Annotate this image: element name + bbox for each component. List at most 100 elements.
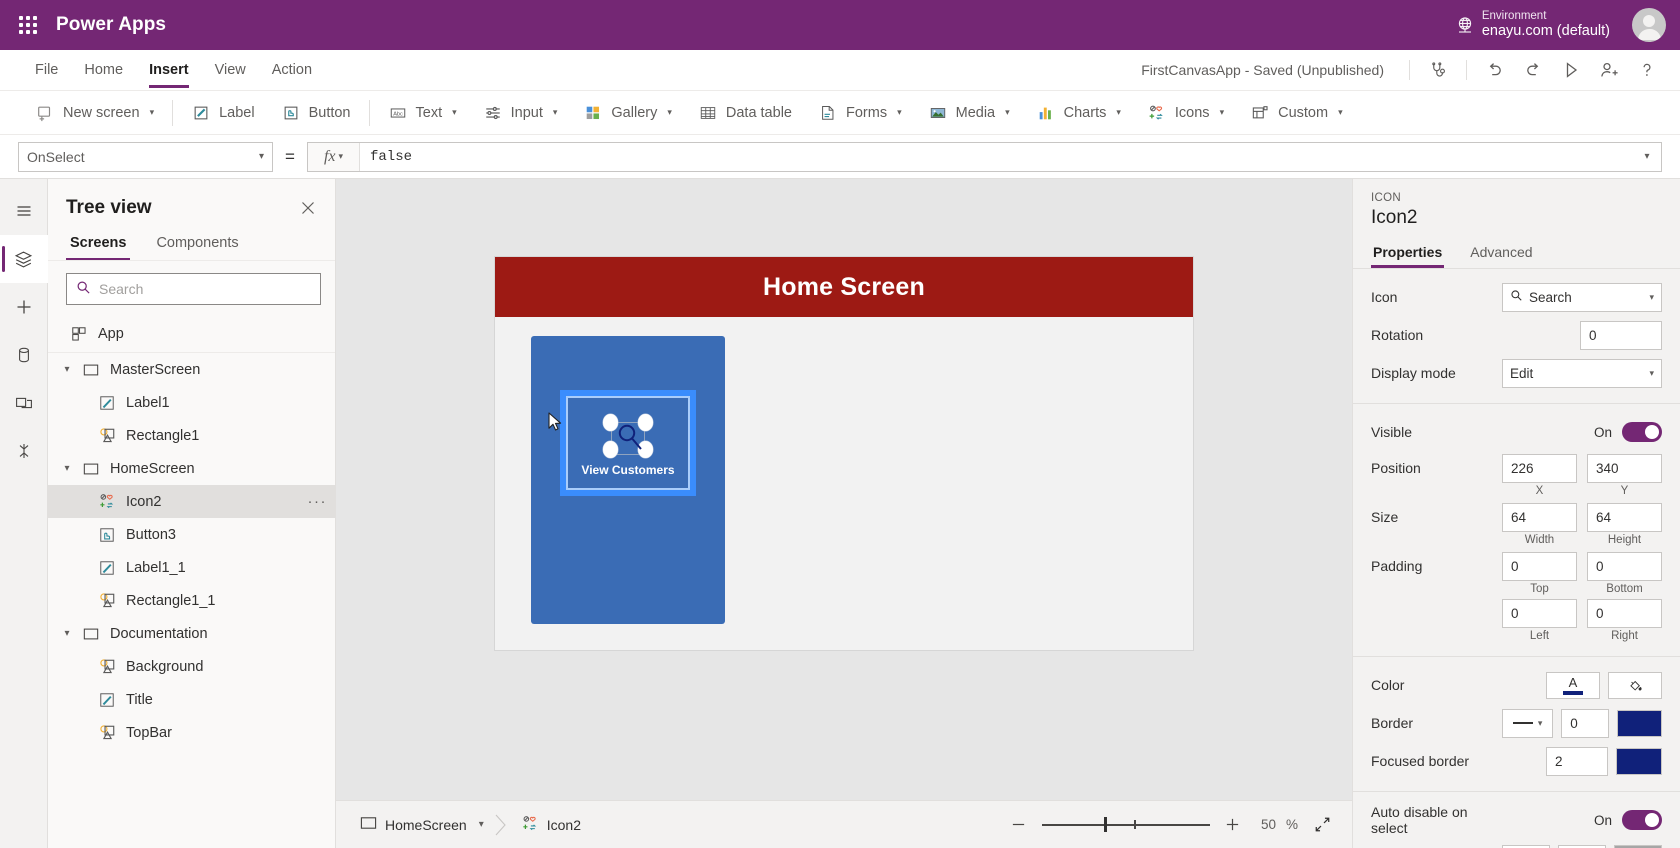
tree-search-box[interactable] <box>66 273 321 305</box>
display-mode-dropdown[interactable]: Edit ▾ <box>1502 358 1662 388</box>
tab-screens[interactable]: Screens <box>66 229 131 260</box>
size-width-input[interactable] <box>1502 503 1577 532</box>
ribbon-icons[interactable]: Icons ▾ <box>1134 96 1237 130</box>
menu-item-file[interactable]: File <box>22 50 71 91</box>
formula-expand-icon[interactable]: ▾ <box>1633 151 1661 162</box>
fill-bucket-icon[interactable] <box>1608 671 1662 699</box>
position-x-input[interactable] <box>1502 454 1577 483</box>
avatar[interactable] <box>1632 8 1666 42</box>
tree-node-rectangle1[interactable]: Rectangle1 <box>48 419 335 452</box>
tree-node-topbar[interactable]: TopBar <box>48 716 335 749</box>
padding-top-caption: Top <box>1530 583 1549 595</box>
padding-right-input[interactable] <box>1587 599 1662 628</box>
border-style-dropdown[interactable]: ▾ <box>1502 708 1554 738</box>
preview-panel-rectangle[interactable]: View Customers <box>531 336 725 624</box>
ribbon-input[interactable]: Input ▾ <box>470 96 571 130</box>
menu-item-action[interactable]: Action <box>259 50 325 91</box>
tree-node-title[interactable]: Title <box>48 683 335 716</box>
chevron-down-icon: ▾ <box>1537 717 1543 728</box>
auto-disable-toggle[interactable] <box>1622 810 1662 830</box>
tab-properties[interactable]: Properties <box>1371 240 1445 268</box>
tree-node-label1-1[interactable]: Label1_1 <box>48 551 335 584</box>
formula-input[interactable] <box>360 142 1633 171</box>
text-color-swatch[interactable]: A <box>1546 671 1600 699</box>
ribbon-button-control[interactable]: Button <box>268 96 364 130</box>
media-stack-icon[interactable] <box>0 379 48 427</box>
disabled-color-swatch[interactable] <box>1614 844 1662 848</box>
zoom-slider[interactable] <box>1041 812 1210 838</box>
selected-icon-control[interactable]: View Customers <box>566 396 690 490</box>
ribbon-text[interactable]: Abc Text ▾ <box>375 96 470 130</box>
tree-node-masterscreen[interactable]: ▾ MasterScreen <box>48 353 335 386</box>
tree-node-overflow-button[interactable]: ··· <box>308 493 328 510</box>
padding-left-input[interactable] <box>1502 599 1577 628</box>
ribbon-media[interactable]: Media ▾ <box>915 96 1023 130</box>
redo-icon[interactable] <box>1514 51 1552 89</box>
padding-top-input[interactable] <box>1502 552 1577 581</box>
tab-advanced[interactable]: Advanced <box>1468 240 1534 268</box>
tab-components[interactable]: Components <box>152 229 242 260</box>
selection-outline[interactable]: View Customers <box>560 390 696 496</box>
ribbon-new-screen[interactable]: New screen ▾ <box>22 96 167 130</box>
zoom-slider-thumb[interactable] <box>1103 817 1107 832</box>
ribbon-charts[interactable]: Charts ▾ <box>1023 96 1134 130</box>
tree-node-documentation[interactable]: ▾ Documentation <box>48 617 335 650</box>
tree-node-button3[interactable]: Button3 <box>48 518 335 551</box>
border-width-input[interactable] <box>1561 708 1609 738</box>
ribbon-forms[interactable]: Forms ▾ <box>805 96 915 130</box>
chevron-down-icon[interactable]: ▾ <box>56 463 78 474</box>
share-icon[interactable] <box>1590 51 1628 89</box>
minus-icon[interactable] <box>1006 812 1032 838</box>
menu-item-view[interactable]: View <box>202 50 259 91</box>
breadcrumb-control[interactable]: Icon2 <box>516 815 587 835</box>
screen-preview[interactable]: Home Screen View Customers <box>495 257 1193 650</box>
disabled-fill-bucket-icon[interactable] <box>1558 844 1606 848</box>
property-selector[interactable]: OnSelect ▾ <box>18 141 273 172</box>
search-input[interactable] <box>99 281 311 297</box>
menu-item-insert[interactable]: Insert <box>136 50 202 91</box>
help-icon[interactable] <box>1628 51 1666 89</box>
breadcrumb-screen[interactable]: HomeScreen ▾ <box>354 816 490 833</box>
hamburger-menu-icon[interactable] <box>0 187 48 235</box>
close-icon[interactable] <box>295 195 321 221</box>
tree-node-rectangle1-1[interactable]: Rectangle1_1 <box>48 584 335 617</box>
tree-node-label1[interactable]: Label1 <box>48 386 335 419</box>
tree-node-app[interactable]: App <box>48 315 335 353</box>
tree-node-background[interactable]: Background <box>48 650 335 683</box>
app-canvas[interactable]: Home Screen View Customers <box>336 179 1352 848</box>
chevron-down-icon[interactable]: ▾ <box>56 628 78 639</box>
waffle-grid-icon[interactable] <box>0 0 56 50</box>
data-cylinder-icon[interactable] <box>0 331 48 379</box>
chevron-down-icon[interactable]: ▾ <box>479 819 484 830</box>
ribbon-gallery[interactable]: Gallery ▾ <box>570 96 684 130</box>
variables-icon[interactable] <box>0 427 48 475</box>
tree-view-layers-icon[interactable] <box>0 235 48 283</box>
tree-node-homescreen[interactable]: ▾ HomeScreen <box>48 452 335 485</box>
ribbon-label-control[interactable]: Label <box>178 96 267 130</box>
icon-picker-dropdown[interactable]: Search ▾ <box>1502 282 1662 312</box>
menu-item-home[interactable]: Home <box>71 50 136 91</box>
chevron-down-icon[interactable]: ▾ <box>56 364 78 375</box>
position-x-caption: X <box>1535 485 1544 497</box>
chevron-down-icon: ▾ <box>1649 367 1654 378</box>
rotation-input[interactable] <box>1580 320 1662 350</box>
app-checker-icon[interactable] <box>1419 51 1457 89</box>
plus-icon[interactable] <box>1220 812 1246 838</box>
environment-info[interactable]: Environment enayu.com (default) <box>1482 10 1610 40</box>
focused-border-color-swatch[interactable] <box>1616 747 1662 775</box>
visible-toggle[interactable] <box>1622 422 1662 442</box>
border-color-swatch[interactable] <box>1616 709 1662 737</box>
play-preview-icon[interactable] <box>1552 51 1590 89</box>
ribbon-data-table[interactable]: Data table <box>685 96 805 130</box>
ribbon-custom[interactable]: Custom ▾ <box>1237 96 1356 130</box>
disabled-text-color-swatch[interactable]: A <box>1502 844 1550 848</box>
undo-icon[interactable] <box>1476 51 1514 89</box>
tree-node-icon2[interactable]: Icon2 ··· <box>48 485 335 518</box>
padding-bottom-input[interactable] <box>1587 552 1662 581</box>
position-y-input[interactable] <box>1587 454 1662 483</box>
insert-plus-icon[interactable] <box>0 283 48 331</box>
fx-button[interactable]: fx ▾ <box>308 142 360 171</box>
focused-border-width-input[interactable] <box>1546 746 1608 776</box>
fit-screen-icon[interactable] <box>1308 811 1336 839</box>
size-height-input[interactable] <box>1587 503 1662 532</box>
